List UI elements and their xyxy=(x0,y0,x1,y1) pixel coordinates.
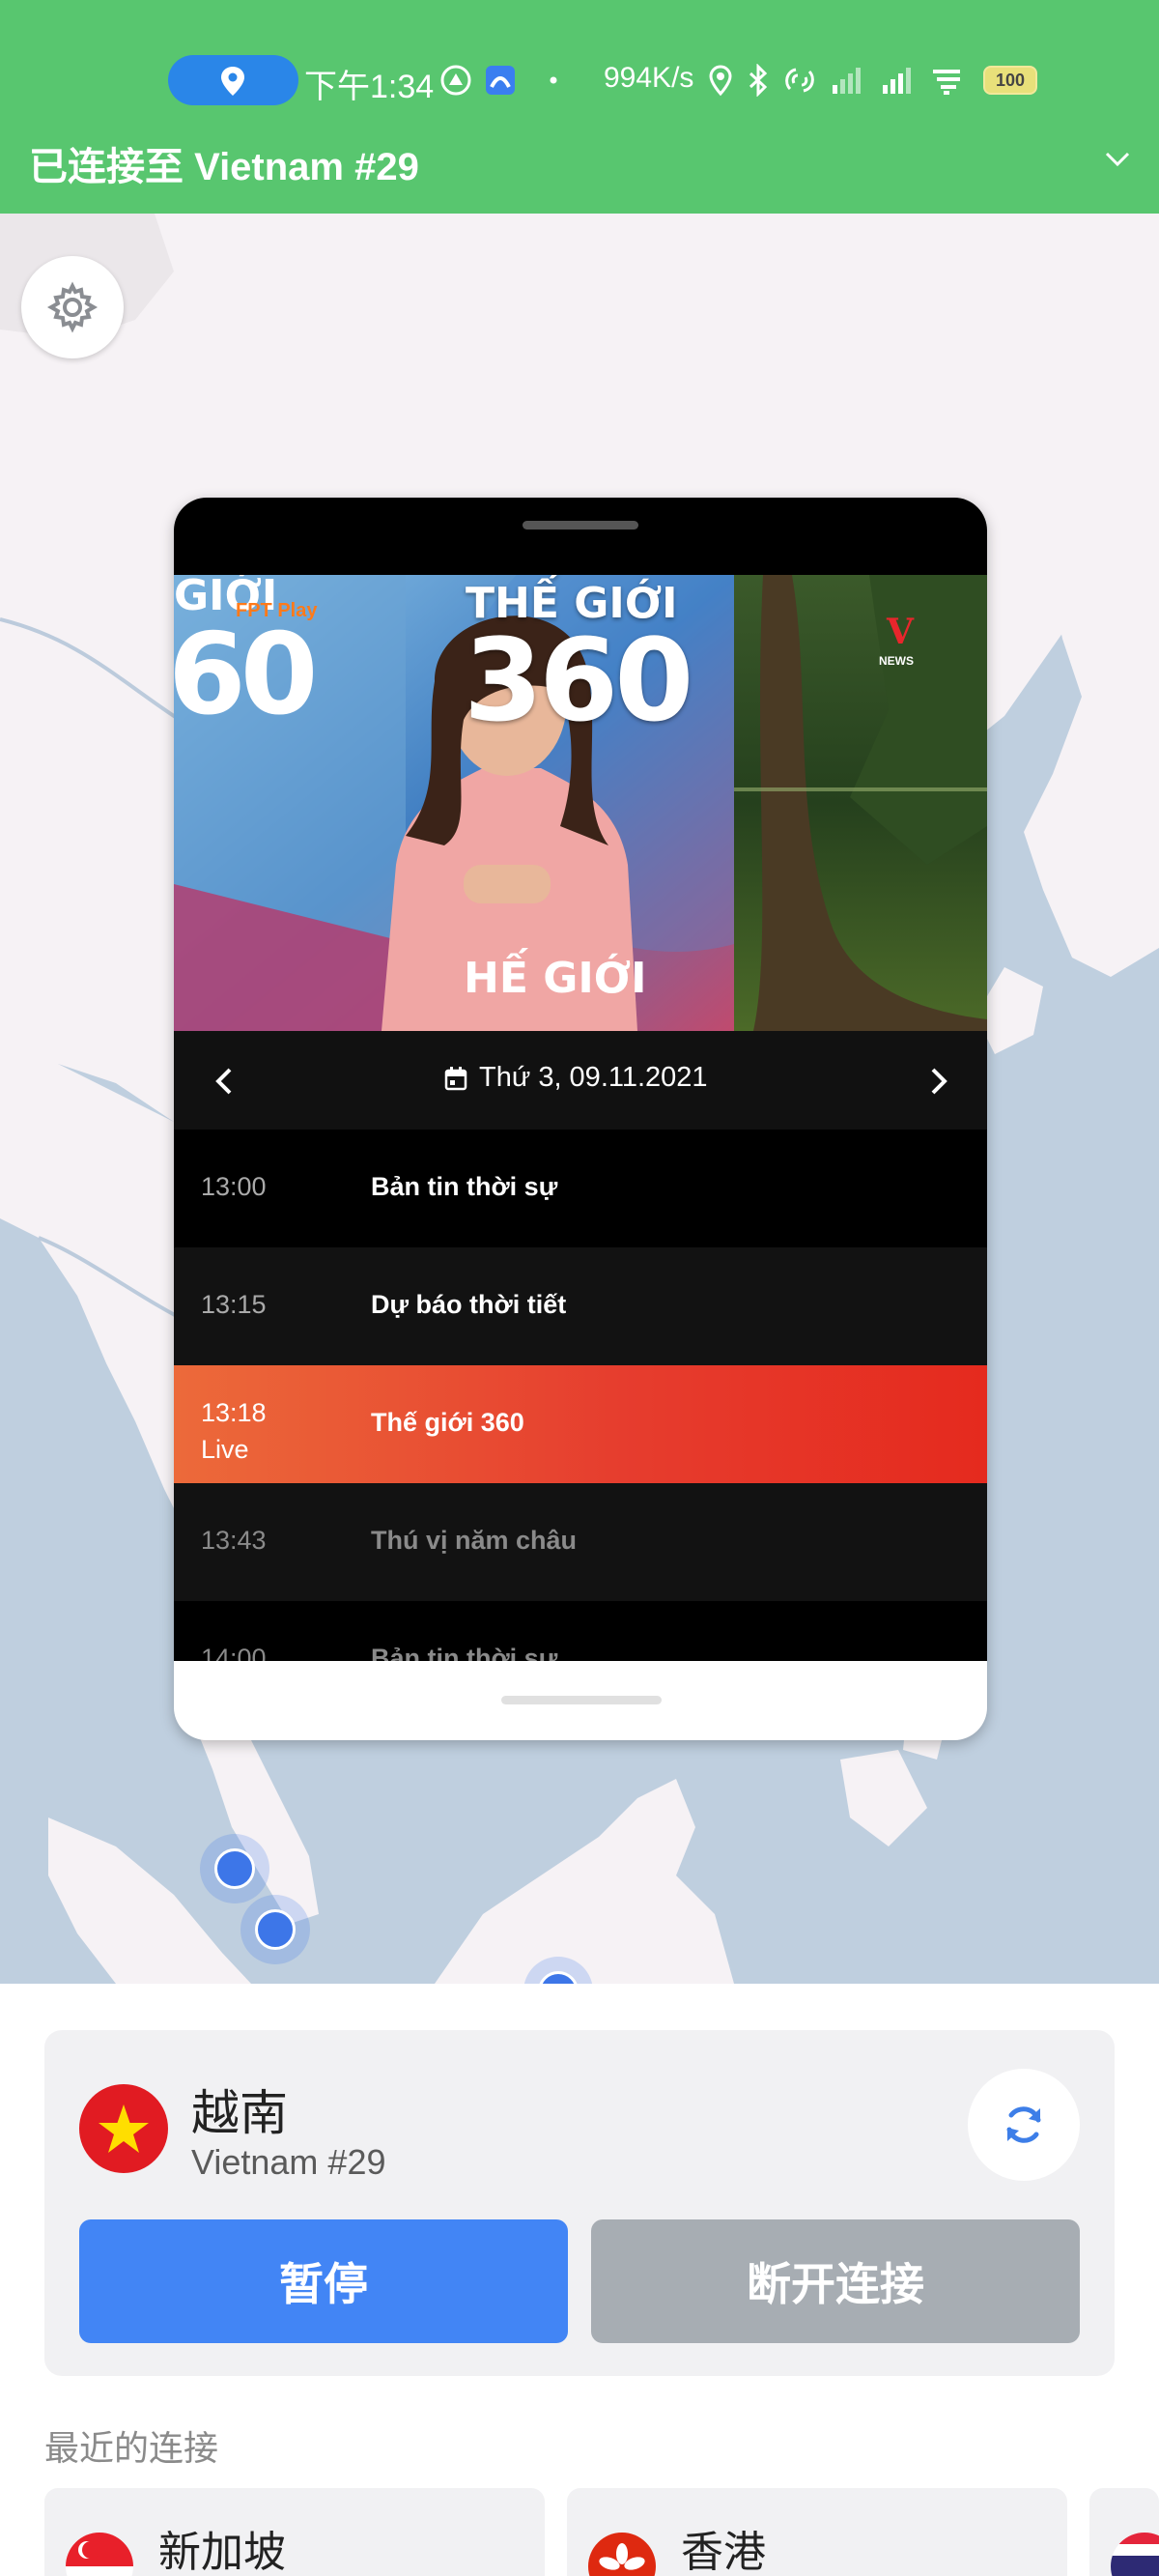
nfc-icon xyxy=(782,64,817,97)
pip-top-bar xyxy=(174,498,987,575)
channel-logo: FPT Play xyxy=(236,600,332,635)
cloud-app-icon xyxy=(484,64,517,97)
vietnam-flag-icon xyxy=(79,2084,168,2173)
show-graphic-bottom: HẾ GIỚI xyxy=(464,954,647,1003)
epg-time: 13:43 xyxy=(201,1526,267,1555)
chevron-down-icon[interactable] xyxy=(1103,150,1132,174)
connected-status-title[interactable]: 已连接至 Vietnam #29 xyxy=(29,135,419,191)
signal-icon xyxy=(829,64,867,97)
location-pin-icon xyxy=(221,67,244,96)
video-player[interactable]: GIỚI 60 THẾ GIỚI 360 HẾ GIỚI FPT Play V … xyxy=(174,575,987,1031)
epg-row[interactable]: 14:00 Bản tin thời sự xyxy=(174,1601,987,1661)
location-icon xyxy=(707,64,734,97)
dot-icon xyxy=(528,64,567,97)
epg-time: 13:00 xyxy=(201,1172,267,1201)
status-icons-left xyxy=(439,60,579,100)
singapore-flag-icon xyxy=(66,2533,133,2576)
pip-resize-handle[interactable] xyxy=(501,1696,662,1704)
reconnect-button[interactable] xyxy=(968,2069,1080,2181)
server-map[interactable]: GIỚI 60 THẾ GIỚI 360 HẾ GIỚI FPT Play V … xyxy=(0,214,1159,1984)
show-graphic-number: 360 xyxy=(464,614,693,747)
server-pin[interactable] xyxy=(200,1834,269,1903)
epg-row[interactable]: 13:00 Bản tin thời sự xyxy=(174,1130,987,1247)
epg-row[interactable]: 13:43 Thú vị năm châu xyxy=(174,1483,987,1601)
recent-connection-item[interactable] xyxy=(1089,2488,1159,2576)
thailand-flag-icon xyxy=(1111,2533,1159,2576)
chevron-right-icon[interactable] xyxy=(927,1066,950,1102)
epg-row[interactable]: 13:15 Dự báo thời tiết xyxy=(174,1247,987,1365)
epg-title: Thú vị năm châu xyxy=(371,1526,578,1555)
recent-connection-name: 香港 xyxy=(681,2529,766,2576)
news-logo-text: NEWS xyxy=(879,654,914,668)
bluetooth-icon xyxy=(746,64,771,97)
server-name: Vietnam #29 xyxy=(191,2142,386,2182)
server-pin[interactable] xyxy=(240,1895,310,1964)
status-icons-right: 100 xyxy=(707,60,1037,100)
epg-time: 13:15 xyxy=(201,1290,267,1319)
network-speed: 994K/s xyxy=(604,62,694,94)
epg-title: Bản tin thời sự xyxy=(371,1644,558,1661)
hong-kong-flag-icon xyxy=(588,2533,656,2576)
disconnect-button[interactable]: 断开连接 xyxy=(591,2219,1080,2343)
connection-header: 下午1:34 994K/s 100 已连接至 Vietnam #29 xyxy=(0,0,1159,214)
battery-icon: 100 xyxy=(983,66,1037,95)
country-name: 越南 xyxy=(191,2086,288,2140)
epg-time: 13:18 Live xyxy=(201,1394,267,1468)
status-time: 下午1:34 xyxy=(304,69,435,105)
recent-connections-label: 最近的连接 xyxy=(44,2428,219,2468)
epg-live-label: Live xyxy=(201,1435,249,1464)
news-logo-letter: V xyxy=(887,612,914,652)
recent-connection-item[interactable]: 新加坡 xyxy=(44,2488,545,2576)
epg-time: 14:00 xyxy=(201,1644,267,1661)
signal-icon-2 xyxy=(879,64,918,97)
gear-icon xyxy=(46,281,99,333)
news-logo: V NEWS xyxy=(879,612,927,673)
epg-title: Thế giới 360 xyxy=(371,1408,524,1437)
epg-date-label: Thứ 3, 09.11.2021 xyxy=(479,1062,708,1093)
epg-date[interactable]: Thứ 3, 09.11.2021 xyxy=(444,1062,708,1094)
epg-row-live[interactable]: 13:18 Live Thế giới 360 xyxy=(174,1365,987,1483)
picture-in-picture-window[interactable]: GIỚI 60 THẾ GIỚI 360 HẾ GIỚI FPT Play V … xyxy=(174,498,987,1740)
pause-button[interactable]: 暂停 xyxy=(79,2219,568,2343)
epg-date-bar: Thứ 3, 09.11.2021 xyxy=(174,1031,987,1130)
current-connection-card: 越南 Vietnam #29 暂停 断开连接 xyxy=(44,2030,1115,2376)
recent-connection-item[interactable]: 香港 xyxy=(567,2488,1067,2576)
wifi-icon xyxy=(929,64,964,97)
epg-time-value: 13:18 xyxy=(201,1398,267,1427)
recent-connection-name: 新加坡 xyxy=(158,2529,286,2576)
refresh-icon xyxy=(1006,2106,1041,2143)
epg-title: Bản tin thời sự xyxy=(371,1172,558,1201)
chevron-left-icon[interactable] xyxy=(212,1066,236,1102)
settings-button[interactable] xyxy=(21,256,124,358)
vpn-key-icon xyxy=(439,64,472,97)
connection-panel: 越南 Vietnam #29 暂停 断开连接 最近的连接 新加坡 香港 xyxy=(0,1984,1159,2576)
epg-title: Dự báo thời tiết xyxy=(371,1290,567,1319)
channel-logo-text: FPT Play xyxy=(236,600,318,621)
drag-handle[interactable] xyxy=(523,521,638,530)
location-pill[interactable] xyxy=(168,55,298,105)
calendar-icon xyxy=(444,1066,467,1090)
